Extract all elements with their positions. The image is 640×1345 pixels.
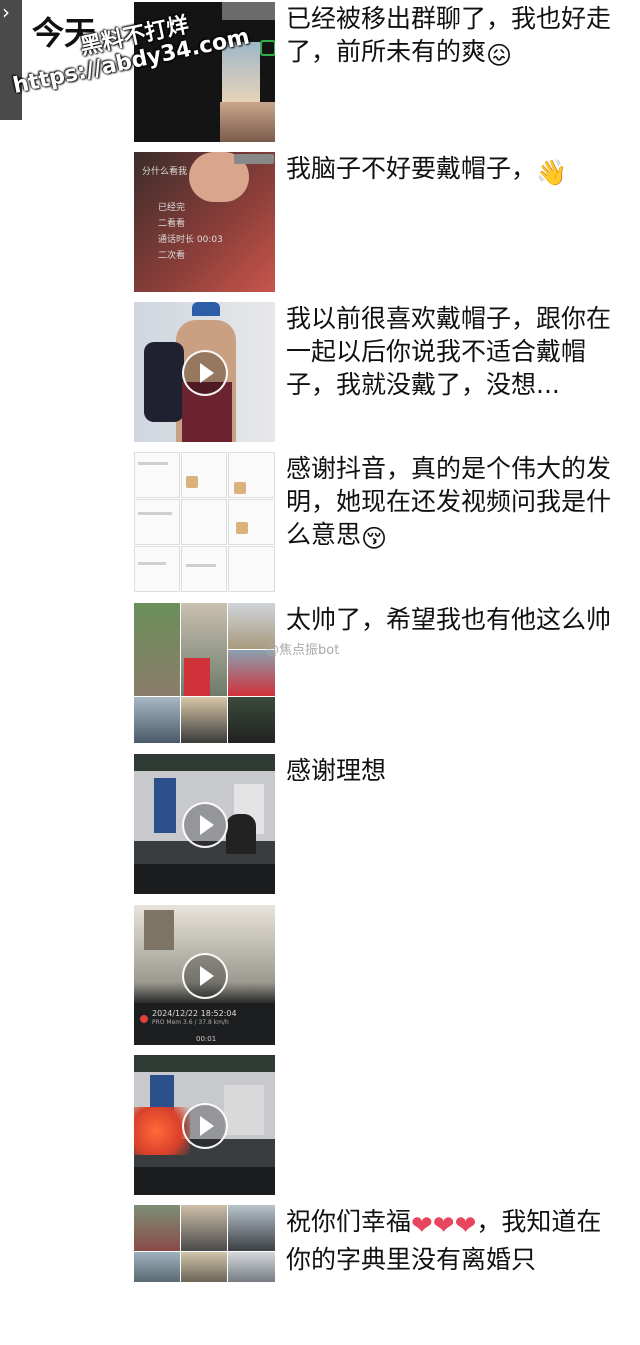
post-caption: 祝你们幸福❤❤❤，我知道在你的字典里没有离婚只 [286, 1207, 602, 1274]
post-caption: 我脑子不好要戴帽子，👋 [286, 154, 568, 187]
post-thumbnail[interactable]: 分什么看我 已经完 二看看 通话时长 00:03 二次看 [134, 152, 275, 292]
post-item[interactable]: 我以前很喜欢戴帽子，跟你在一起以后你说我不适合戴帽子，我就没戴了，没想... [134, 302, 634, 442]
dizzy-face-icon: 😖 [486, 41, 513, 70]
post-item[interactable] [134, 1055, 634, 1195]
post-caption: 感谢抖音，真的是个伟大的发明，她现在还发视频问我是什么意思😚 [286, 454, 612, 553]
post-thumbnail[interactable] [134, 603, 275, 743]
waving-hand-icon: 👋 [536, 158, 568, 187]
post-caption: 已经被移出群聊了，我也好走了，前所未有的爽😖 [286, 4, 612, 70]
thumbnail-credit: @焦点振bot [266, 643, 340, 658]
video-thumbnail[interactable]: 2024/12/22 18:52:04 PRO Mem 3.6 / 37.8 k… [134, 905, 275, 1045]
video-thumbnail[interactable] [134, 302, 275, 442]
play-icon[interactable] [182, 953, 228, 999]
post-thumbnail[interactable] [134, 1205, 275, 1345]
post-item[interactable]: 感谢抖音，真的是个伟大的发明，她现在还发视频问我是什么意思😚 [134, 452, 634, 592]
chevron-right-icon: › [2, 0, 10, 24]
video-thumbnail[interactable] [134, 1055, 275, 1195]
post-item[interactable]: @焦点振bot 太帅了，希望我也有他这么帅 [134, 603, 634, 743]
heart-icon: ❤❤❤ [411, 1211, 477, 1241]
play-icon[interactable] [182, 350, 228, 396]
post-caption: 感谢理想 [286, 756, 387, 785]
post-item[interactable]: 祝你们幸福❤❤❤，我知道在你的字典里没有离婚只 [134, 1205, 634, 1345]
post-item[interactable]: 2024/12/22 18:52:04 PRO Mem 3.6 / 37.8 k… [134, 905, 634, 1045]
post-item[interactable]: 分什么看我 已经完 二看看 通话时长 00:03 二次看 我脑子不好要戴帽子，👋 [134, 152, 634, 292]
post-caption: 太帅了，希望我也有他这么帅 [286, 605, 612, 634]
post-caption: 我以前很喜欢戴帽子，跟你在一起以后你说我不适合戴帽子，我就没戴了，没想... [286, 304, 612, 399]
play-icon[interactable] [182, 802, 228, 848]
post-item[interactable]: 感谢理想 [134, 754, 634, 894]
video-thumbnail[interactable] [134, 754, 275, 894]
kissing-face-icon: 😚 [361, 524, 388, 553]
post-thumbnail[interactable] [134, 452, 275, 592]
play-icon[interactable] [182, 1103, 228, 1149]
